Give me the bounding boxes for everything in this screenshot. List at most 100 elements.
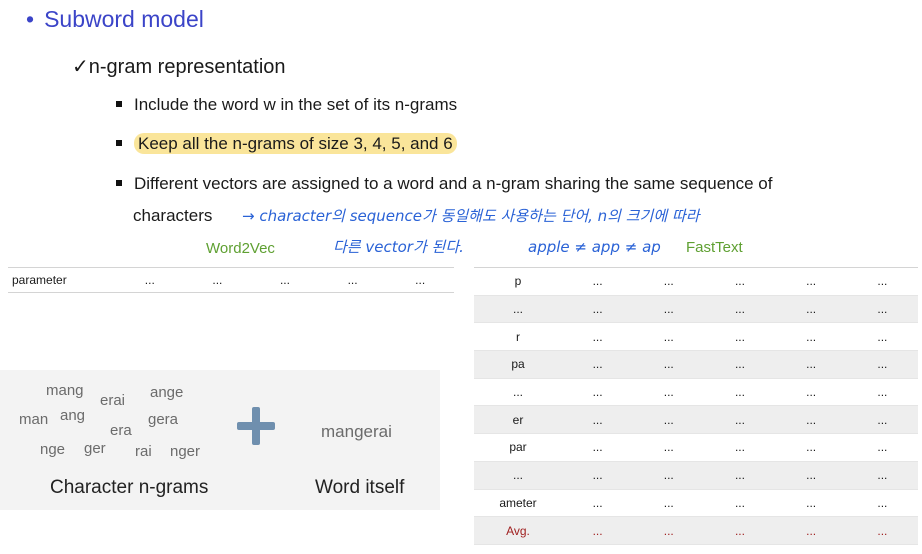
ngram-word: ger (84, 440, 106, 457)
table-row: par............... (474, 433, 918, 462)
bullet-dot: • (26, 6, 35, 32)
ngram-word: nge (40, 441, 66, 458)
bullet-2: Keep all the n-grams of size 3, 4, 5, an… (116, 133, 457, 154)
table-cell: ... (318, 267, 387, 293)
table-cell: ... (562, 433, 634, 462)
subheading: ✓n-gram representation (72, 56, 286, 78)
table-cell: ... (846, 405, 918, 435)
table-cell: ... (775, 433, 847, 462)
plus-icon-vertical (252, 407, 260, 445)
handwritten-note-line2: 다른 vector가 된다. (333, 238, 464, 256)
slide-heading: • Subword model (26, 6, 204, 32)
caption-character-ngrams: Character n-grams (50, 477, 209, 498)
table-cell: ... (846, 267, 918, 296)
table-row: ameter............... (474, 489, 918, 518)
table-cell: ... (633, 322, 705, 352)
table-cell: ... (562, 461, 634, 490)
row-label: ... (474, 378, 562, 407)
table-cell: ... (704, 461, 776, 490)
table-cell: ... (562, 378, 634, 407)
table-cell: ... (251, 267, 319, 293)
table-cell: ... (775, 405, 847, 435)
table-cell: ... (633, 378, 705, 407)
table-cell: ... (562, 516, 634, 545)
row-label: ... (474, 295, 562, 324)
table-cell: ... (704, 322, 776, 352)
caption-word-itself: Word itself (315, 477, 405, 498)
table-cell: ... (562, 405, 634, 435)
row-label: p (474, 267, 562, 296)
bullet-3: Different vectors are assigned to a word… (116, 174, 773, 194)
table-cell: ... (846, 350, 918, 379)
check-icon: ✓ (72, 56, 89, 78)
highlighted-text: Keep all the n-grams of size 3, 4, 5, an… (134, 133, 457, 154)
table-cell: ... (775, 516, 847, 545)
table-cell: ... (846, 461, 918, 490)
table-cell: ... (704, 405, 776, 435)
table-cell: ... (633, 461, 705, 490)
ngram-word: ange (150, 384, 184, 401)
table-cell: ... (562, 350, 634, 379)
table-cell: ... (775, 461, 847, 490)
table-cell: ... (704, 489, 776, 518)
table-cell: ... (562, 295, 634, 324)
table-row: er............... (474, 405, 918, 435)
ngram-word: erai (100, 392, 126, 409)
table-cell: ... (704, 350, 776, 379)
table-row: .................. (474, 461, 918, 490)
handwritten-note-line3: apple ≠ app ≠ ap (528, 238, 661, 256)
table-cell: ... (633, 267, 705, 296)
table-cell: ... (775, 267, 847, 296)
word2vec-label: Word2Vec (206, 240, 275, 257)
word-itself-text: mangerai (321, 422, 392, 441)
table-cell: ... (775, 378, 847, 407)
table-cell: ... (633, 516, 705, 545)
row-label: r (474, 322, 562, 352)
table-cell: ... (633, 350, 705, 379)
table-cell: ... (633, 405, 705, 435)
row-label: Avg. (474, 516, 562, 545)
table-row: r............... (474, 322, 918, 352)
ngram-word: nger (170, 443, 201, 460)
ngram-word: rai (135, 443, 152, 460)
bullet-3-continuation: characters (133, 206, 213, 225)
table-cell: ... (562, 322, 634, 352)
table-cell: ... (116, 267, 184, 293)
table-cell: ... (846, 516, 918, 545)
row-label: ameter (474, 489, 562, 518)
table-cell: ... (704, 378, 776, 407)
ngram-word: mang (46, 382, 84, 399)
row-label: er (474, 405, 562, 435)
table-row: .................. (474, 295, 918, 324)
square-bullet-icon (116, 100, 122, 107)
row-label: parameter (8, 267, 116, 293)
table-row: .................. (474, 378, 918, 407)
table-cell: ... (183, 267, 252, 293)
row-label: pa (474, 350, 562, 379)
handwritten-note-line1: → character의 sequence가 동일해도 사용하는 단어, n의 … (242, 207, 700, 225)
fasttext-label: FastText (686, 239, 743, 256)
row-label: par (474, 433, 562, 462)
table-cell: ... (386, 267, 454, 293)
table-cell: ... (562, 267, 634, 296)
table-cell: ... (633, 295, 705, 324)
square-bullet-icon (116, 139, 122, 146)
table-cell: ... (704, 433, 776, 462)
ngram-word: gera (148, 411, 179, 428)
table-cell: ... (846, 378, 918, 407)
table-cell: ... (704, 267, 776, 296)
table-cell: ... (775, 489, 847, 518)
table-row: pa............... (474, 350, 918, 379)
table-cell: ... (775, 295, 847, 324)
table-cell: ... (775, 322, 847, 352)
word2vec-table: parameter ... ... ... ... ... (8, 267, 454, 293)
row-label: ... (474, 461, 562, 490)
table-cell: ... (633, 489, 705, 518)
table-cell: ... (633, 433, 705, 462)
table-cell: ... (775, 350, 847, 379)
ngram-word: man (19, 411, 49, 428)
table-cell: ... (562, 489, 634, 518)
table-cell: ... (704, 516, 776, 545)
table-row: p............... (474, 267, 918, 296)
bullet-1: Include the word w in the set of its n-g… (116, 95, 457, 115)
